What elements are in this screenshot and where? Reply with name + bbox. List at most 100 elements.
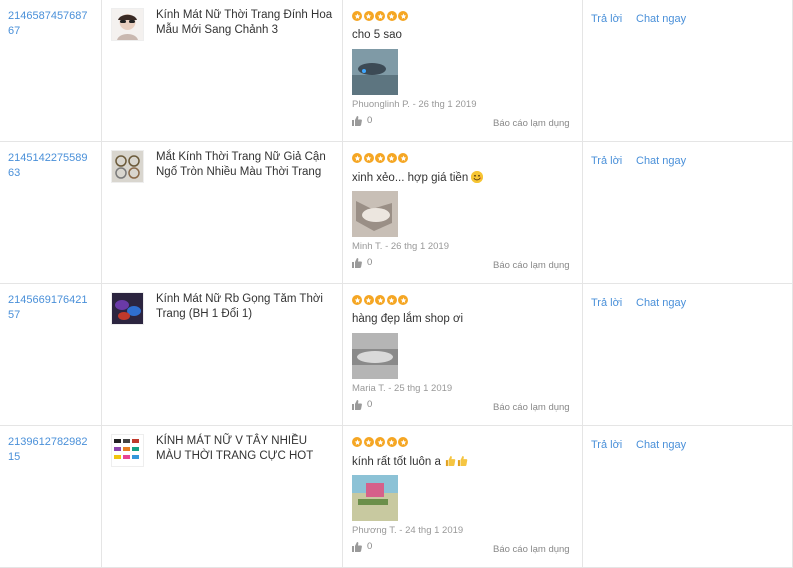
column-divider — [582, 0, 583, 141]
column-divider — [342, 141, 343, 283]
reply-link[interactable]: Trả lời — [591, 13, 622, 25]
review-author-date: Minh T. - 26 thg 1 2019 — [352, 241, 449, 252]
review-comment-text: kính rất tốt luôn a — [352, 456, 441, 468]
like-button[interactable]: 0 — [352, 399, 372, 410]
like-button[interactable]: 0 — [352, 541, 372, 552]
star-icon — [352, 11, 362, 21]
review-comment: kính rất tốt luôn a — [352, 455, 468, 468]
report-abuse-link[interactable]: Báo cáo lạm dụng — [493, 118, 570, 129]
thumbs-up-icon — [352, 257, 362, 268]
reply-link[interactable]: Trả lời — [591, 155, 622, 167]
order-id-line-1: 2139612782982 — [8, 436, 88, 448]
star-icon — [363, 437, 374, 447]
star-icon — [375, 295, 385, 305]
review-comment-text: hàng đẹp lắm shop ơi — [352, 313, 464, 325]
order-id-line-2: 57 — [8, 309, 21, 321]
order-id-line-2: 15 — [8, 451, 21, 463]
column-divider — [101, 141, 102, 283]
review-row: 2146587457687 67 Kính Mát Nữ Thời Trang Đ… — [0, 0, 793, 142]
column-divider — [582, 141, 583, 283]
reviews-table: 2146587457687 67 Kính Mát Nữ Thời Trang Đ… — [0, 0, 793, 568]
review-comment: hàng đẹp lắm shop ơi — [352, 313, 463, 325]
star-icon — [352, 153, 362, 163]
like-count: 0 — [367, 399, 373, 410]
product-name: KÍNH MÁT NỮ V TÂY NHIỀU MÀU THỜI TRANG C… — [156, 435, 314, 462]
reply-link[interactable]: Trả lời — [591, 439, 622, 451]
product-name: Mắt Kính Thời Trang Nữ Giả Cận Ngố Tròn … — [156, 151, 326, 178]
column-divider — [342, 425, 343, 567]
order-id-link[interactable]: 2145669176421 57 — [8, 293, 94, 323]
report-abuse-link[interactable]: Báo cáo lạm dụng — [493, 402, 570, 413]
report-abuse-link[interactable]: Báo cáo lạm dụng — [493, 260, 570, 271]
order-id-link[interactable]: 2146587457687 67 — [8, 9, 94, 39]
star-icon — [352, 437, 362, 447]
order-id-line-1: 2146587457687 — [8, 10, 88, 22]
star-icon — [386, 153, 397, 163]
reply-link[interactable]: Trả lời — [591, 297, 622, 309]
product-thumbnail[interactable] — [111, 434, 144, 467]
product-thumbnail[interactable] — [111, 150, 144, 183]
thumbs-up-icon — [352, 399, 362, 410]
review-author-date: Maria T. - 25 thg 1 2019 — [352, 383, 453, 394]
product-name: Kính Mát Nữ Thời Trang Đính Hoa Mẫu Mới … — [156, 9, 333, 36]
column-divider — [101, 425, 102, 567]
chat-now-link[interactable]: Chat ngay — [636, 155, 686, 167]
column-divider — [582, 425, 583, 567]
star-icon — [398, 295, 408, 305]
star-icon — [398, 153, 408, 163]
star-icon — [363, 11, 374, 21]
star-icon — [363, 295, 374, 305]
like-count: 0 — [367, 541, 373, 552]
review-comment-text: xinh xẻo... hợp giá tiền — [352, 172, 469, 184]
star-icon — [398, 11, 408, 21]
thumbs-up-emoji-icon — [445, 455, 456, 467]
rating-stars — [352, 437, 408, 448]
review-row: 2139612782982 15 KÍNH MÁT NỮ V TÂY NHIỀU … — [0, 425, 793, 568]
chat-now-link[interactable]: Chat ngay — [636, 439, 686, 451]
smile-emoji-icon — [471, 171, 484, 183]
report-abuse-link[interactable]: Báo cáo lạm dụng — [493, 544, 570, 555]
column-divider — [101, 0, 102, 141]
review-comment-text: cho 5 sao — [352, 29, 402, 41]
chat-now-link[interactable]: Chat ngay — [636, 297, 686, 309]
star-icon — [352, 295, 362, 305]
chat-now-link[interactable]: Chat ngay — [636, 13, 686, 25]
column-divider — [342, 0, 343, 141]
column-divider — [101, 283, 102, 425]
star-icon — [386, 295, 397, 305]
order-id-link[interactable]: 2145142275589 63 — [8, 151, 94, 181]
star-icon — [363, 153, 374, 163]
star-icon — [386, 11, 397, 21]
order-id-line-1: 2145669176421 — [8, 294, 88, 306]
star-icon — [375, 437, 385, 447]
review-comment: cho 5 sao — [352, 29, 402, 41]
order-id-line-1: 2145142275589 — [8, 152, 88, 164]
review-author-date: Phương T. - 24 thg 1 2019 — [352, 525, 464, 536]
order-id-link[interactable]: 2139612782982 15 — [8, 435, 94, 465]
like-button[interactable]: 0 — [352, 115, 372, 126]
review-photo[interactable] — [352, 191, 398, 237]
review-photo[interactable] — [352, 475, 398, 521]
order-id-line-2: 63 — [8, 167, 21, 179]
product-thumbnail[interactable] — [111, 292, 144, 325]
like-count: 0 — [367, 115, 373, 126]
review-row: 2145669176421 57 Kính Mát Nữ Rb Gọng Tăm … — [0, 283, 793, 426]
review-photo[interactable] — [352, 49, 398, 95]
column-divider — [582, 283, 583, 425]
rating-stars — [352, 153, 408, 164]
thumbs-up-icon — [352, 541, 362, 552]
rating-stars — [352, 295, 408, 306]
star-icon — [375, 153, 385, 163]
star-icon — [375, 11, 385, 21]
star-icon — [386, 437, 397, 447]
star-icon — [398, 437, 408, 447]
rating-stars — [352, 11, 408, 22]
thumbs-up-icon — [352, 115, 362, 126]
thumbs-up-emoji-icon — [457, 455, 468, 467]
review-photo[interactable] — [352, 333, 398, 379]
review-comment: xinh xẻo... hợp giá tiền — [352, 171, 484, 184]
product-thumbnail[interactable] — [111, 8, 144, 41]
review-author-date: Phuonglinh P. - 26 thg 1 2019 — [352, 99, 477, 110]
like-button[interactable]: 0 — [352, 257, 372, 268]
column-divider — [342, 283, 343, 425]
